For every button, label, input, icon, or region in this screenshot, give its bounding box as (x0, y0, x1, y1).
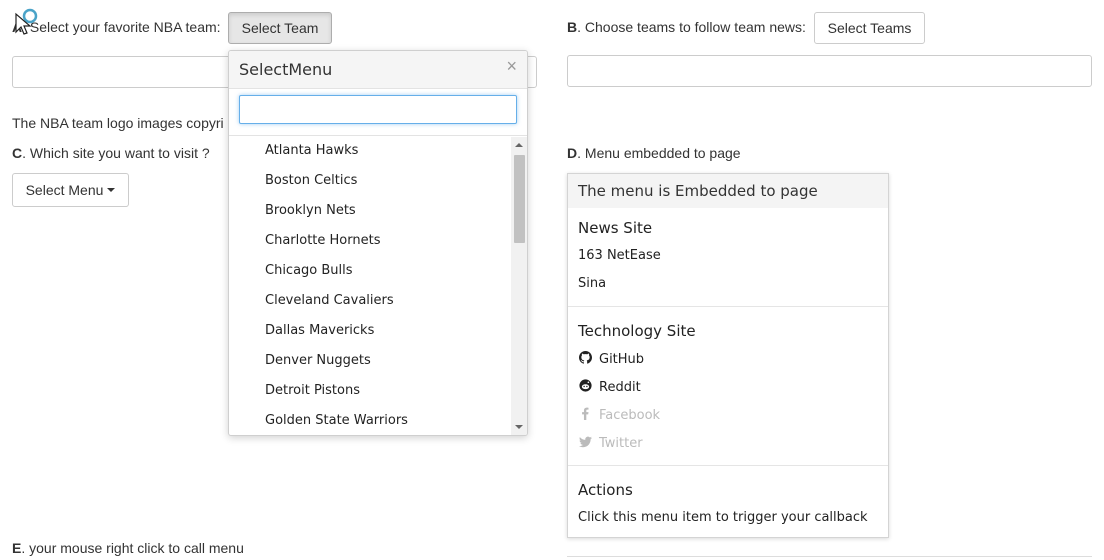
section-e-text: . your mouse right click to call menu (21, 540, 244, 556)
section-c-text: . Which site you want to visit ? (22, 145, 210, 161)
menu-item-reddit[interactable]: Reddit (578, 379, 641, 396)
popup-team-list[interactable]: Atlanta Hawks Boston Celtics Brooklyn Ne… (229, 135, 527, 435)
team-item[interactable]: Cleveland Cavaliers (265, 293, 394, 308)
section-d-text: . Menu embedded to page (577, 145, 741, 161)
scroll-thumb[interactable] (514, 155, 525, 243)
team-item[interactable]: Atlanta Hawks (265, 143, 358, 158)
menu-item-label: GitHub (599, 352, 645, 367)
team-item[interactable]: Chicago Bulls (265, 263, 353, 278)
select-menu-button[interactable]: Select Menu (12, 173, 129, 207)
popup-title: SelectMenu (239, 60, 333, 79)
menu-item-163-netease[interactable]: 163 NetEase (578, 248, 661, 263)
team-item[interactable]: Dallas Mavericks (265, 323, 374, 338)
popup-scrollbar[interactable] (511, 137, 527, 435)
section-b-letter: B (567, 19, 578, 35)
group-news-site: News Site (578, 219, 653, 237)
teams-result-field[interactable] (567, 55, 1092, 87)
section-d-label: D. Menu embedded to page (567, 145, 741, 161)
facebook-icon (578, 407, 592, 424)
section-e-letter: E (12, 540, 22, 556)
section-b-label: B. Choose teams to follow team news: (567, 19, 806, 35)
reddit-icon (578, 379, 592, 396)
scroll-up-icon[interactable] (515, 143, 523, 147)
caret-down-icon (107, 188, 116, 192)
menu-item-label: Sina (578, 276, 607, 291)
menu-item-label: Facebook (599, 408, 661, 423)
cursor-icon (15, 8, 38, 35)
select-teams-button[interactable]: Select Teams (814, 12, 925, 44)
select-menu-popup: SelectMenu × Atlanta Hawks Boston Celtic… (228, 50, 528, 436)
menu-item-label: Reddit (599, 380, 641, 395)
menu-item-label: Twitter (599, 436, 643, 451)
copyright-note: The NBA team logo images copyri (12, 115, 224, 131)
section-c-letter: C (12, 145, 23, 161)
bottom-field-edge (567, 556, 1092, 560)
section-c-label: C. Which site you want to visit ? (12, 145, 210, 161)
team-item[interactable]: Golden State Warriors (265, 413, 408, 428)
menu-item-github[interactable]: GitHub (578, 351, 644, 368)
menu-item-sina[interactable]: Sina (578, 276, 606, 291)
team-item[interactable]: Charlotte Hornets (265, 233, 380, 248)
menu-divider (568, 306, 888, 307)
select-menu-label: Select Menu (25, 182, 104, 198)
section-b-text: . Choose teams to follow team news: (577, 19, 806, 35)
close-icon[interactable]: × (506, 57, 517, 75)
menu-item-facebook: Facebook (578, 407, 660, 424)
section-a-label: A. Select your favorite NBA team: (12, 19, 221, 35)
popup-search-input[interactable] (239, 95, 517, 124)
team-item[interactable]: Denver Nuggets (265, 353, 371, 368)
menu-item-twitter: Twitter (578, 435, 643, 452)
twitter-icon (578, 435, 592, 452)
embedded-menu-header: The menu is Embedded to page (568, 174, 888, 208)
group-technology-site: Technology Site (578, 322, 696, 340)
select-team-button[interactable]: Select Team (228, 12, 332, 44)
embedded-menu-title: The menu is Embedded to page (578, 182, 818, 200)
section-a-text: . Select your favorite NBA team: (22, 19, 221, 35)
menu-item-callback[interactable]: Click this menu item to trigger your cal… (578, 510, 868, 525)
menu-item-label: 163 NetEase (578, 248, 661, 263)
team-item[interactable]: Brooklyn Nets (265, 203, 356, 218)
team-item[interactable]: Boston Celtics (265, 173, 357, 188)
embedded-menu: The menu is Embedded to page News Site 1… (567, 173, 889, 538)
team-item[interactable]: Detroit Pistons (265, 383, 360, 398)
section-e-label: E. your mouse right click to call menu (12, 540, 244, 556)
section-d-letter: D (567, 145, 578, 161)
menu-divider (568, 465, 888, 466)
scroll-down-icon[interactable] (515, 425, 523, 429)
menu-item-label: Click this menu item to trigger your cal… (578, 510, 868, 525)
popup-header: SelectMenu × (229, 51, 527, 89)
group-actions: Actions (578, 481, 633, 499)
github-icon (578, 351, 592, 368)
